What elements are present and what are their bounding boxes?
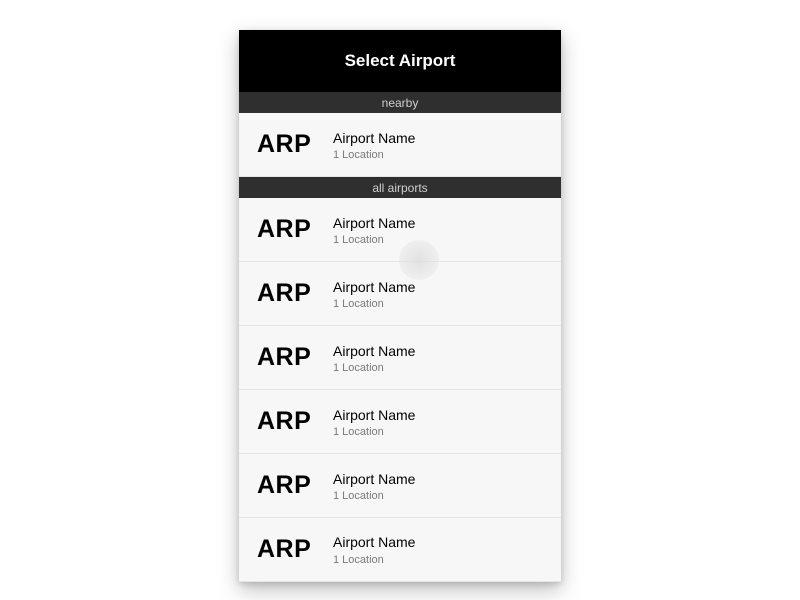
section-header-label: all airports — [372, 181, 427, 195]
airport-name: Airport Name — [333, 342, 415, 360]
airport-name: Airport Name — [333, 278, 415, 296]
airport-details: Airport Name 1 Location — [333, 129, 415, 161]
airport-row[interactable]: ARP Airport Name 1 Location — [239, 198, 561, 262]
airport-location: 1 Location — [333, 298, 415, 310]
airport-name: Airport Name — [333, 129, 415, 147]
airport-location: 1 Location — [333, 362, 415, 374]
airport-row[interactable]: ARP Airport Name 1 Location — [239, 390, 561, 454]
section-header-nearby: nearby — [239, 92, 561, 113]
airport-location: 1 Location — [333, 426, 415, 438]
airport-location: 1 Location — [333, 554, 415, 566]
airport-code: ARP — [257, 343, 327, 372]
page-title: Select Airport — [345, 51, 456, 71]
airport-details: Airport Name 1 Location — [333, 342, 415, 374]
airport-code: ARP — [257, 471, 327, 500]
airport-name: Airport Name — [333, 533, 415, 551]
airport-code: ARP — [257, 215, 327, 244]
airport-details: Airport Name 1 Location — [333, 470, 415, 502]
section-header-label: nearby — [382, 96, 419, 110]
airport-row[interactable]: ARP Airport Name 1 Location — [239, 454, 561, 518]
airport-location: 1 Location — [333, 149, 415, 161]
airport-name: Airport Name — [333, 406, 415, 424]
airport-row[interactable]: ARP Airport Name 1 Location — [239, 326, 561, 390]
phone-screen: Select Airport nearby ARP Airport Name 1… — [239, 30, 561, 582]
airport-details: Airport Name 1 Location — [333, 214, 415, 246]
airport-row[interactable]: ARP Airport Name 1 Location — [239, 113, 561, 177]
airport-details: Airport Name 1 Location — [333, 278, 415, 310]
section-header-all: all airports — [239, 177, 561, 198]
airport-row[interactable]: ARP Airport Name 1 Location — [239, 262, 561, 326]
airport-row[interactable]: ARP Airport Name 1 Location — [239, 518, 561, 582]
airport-location: 1 Location — [333, 234, 415, 246]
airport-code: ARP — [257, 130, 327, 159]
airport-details: Airport Name 1 Location — [333, 406, 415, 438]
airport-details: Airport Name 1 Location — [333, 533, 415, 565]
airport-code: ARP — [257, 407, 327, 436]
airport-name: Airport Name — [333, 214, 415, 232]
airport-location: 1 Location — [333, 490, 415, 502]
airport-code: ARP — [257, 279, 327, 308]
header: Select Airport — [239, 30, 561, 92]
airport-name: Airport Name — [333, 470, 415, 488]
airport-code: ARP — [257, 535, 327, 564]
